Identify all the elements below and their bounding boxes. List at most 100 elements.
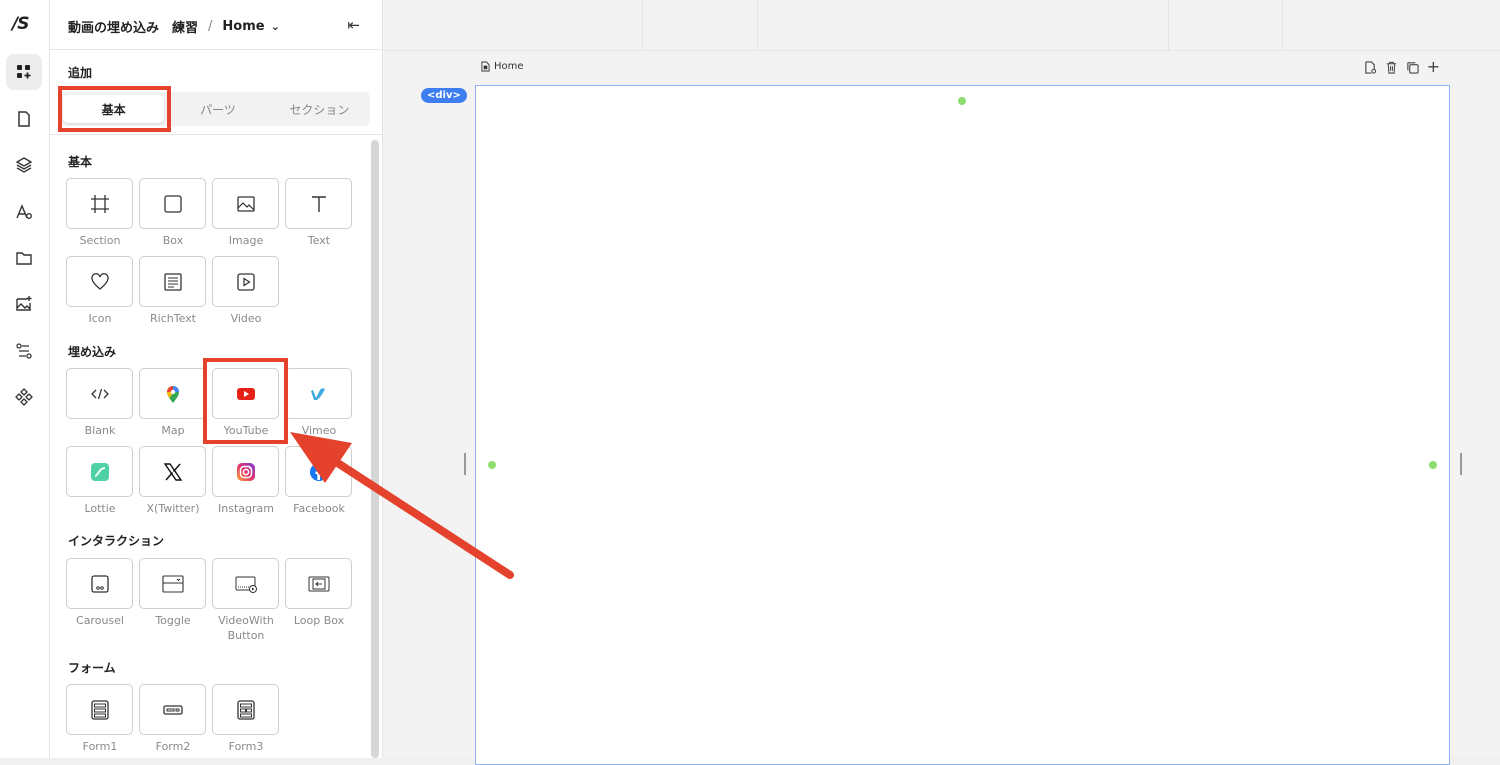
tab-sections[interactable]: セクション — [269, 92, 370, 126]
section-title-basic: 基本 — [68, 155, 93, 169]
add-elements-icon[interactable] — [6, 54, 42, 90]
tile-vimeo[interactable]: Vimeo — [285, 368, 353, 438]
tile-image[interactable]: Image — [212, 178, 280, 248]
tile-x-twitter[interactable]: X(Twitter) — [139, 446, 207, 516]
tile-label: Image — [228, 234, 264, 247]
tile-form2[interactable]: Form2 — [139, 684, 207, 754]
tile-carousel[interactable]: Carousel — [66, 558, 134, 628]
tile-facebook[interactable]: Facebook — [285, 446, 353, 516]
tile-label: Box — [162, 234, 184, 247]
code-icon — [90, 388, 109, 399]
element-badge[interactable]: <div> — [421, 88, 467, 103]
heart-icon — [90, 272, 109, 290]
tile-label: X(Twitter) — [146, 502, 200, 515]
frame-icon — [90, 194, 109, 213]
canvas-top-border — [383, 50, 1500, 51]
tile-label: VideoWith Button — [218, 614, 274, 642]
section-title-embed: 埋め込み — [68, 345, 117, 359]
guide-line — [757, 0, 758, 50]
collapse-panel-icon[interactable]: ⇤ — [347, 16, 360, 34]
section-title-interaction: インタラクション — [68, 534, 165, 548]
drag-handle-left[interactable] — [464, 453, 466, 475]
tile-label: Facebook — [293, 502, 345, 515]
tile-label: Vimeo — [301, 424, 337, 437]
page-label-text: Home — [494, 61, 524, 72]
tile-form3[interactable]: Form3 — [212, 684, 280, 754]
tile-loop-box[interactable]: Loop Box — [285, 558, 353, 628]
tile-label: Video — [230, 312, 262, 325]
add-panel: 動画の埋め込み 練習 / Home ⌄ ⇤ 追加 基本 パーツ セクション 基本… — [50, 0, 383, 758]
map-pin-icon — [166, 385, 179, 403]
workflow-icon[interactable] — [6, 333, 42, 369]
tile-toggle[interactable]: Toggle — [139, 558, 207, 628]
panel-scrollbar[interactable] — [371, 140, 379, 758]
tile-label: Section — [79, 234, 121, 247]
page-frame[interactable] — [475, 85, 1450, 765]
tile-label: Instagram — [218, 502, 274, 515]
form-icon — [90, 699, 109, 720]
guide-line — [642, 0, 643, 50]
tile-form1[interactable]: Form1 — [66, 684, 134, 754]
tab-parts[interactable]: パーツ — [167, 92, 268, 126]
tile-blank[interactable]: Blank — [66, 368, 134, 438]
form-field-icon — [162, 704, 183, 715]
page-icon[interactable] — [6, 101, 42, 137]
tile-lottie[interactable]: Lottie — [66, 446, 134, 516]
resize-handle-left[interactable] — [488, 461, 496, 469]
image-add-icon[interactable] — [6, 286, 42, 322]
tile-map[interactable]: Map — [139, 368, 207, 438]
tile-label: Blank — [84, 424, 116, 437]
tile-text[interactable]: Text — [285, 178, 353, 248]
tile-video[interactable]: Video — [212, 256, 280, 326]
lottie-icon — [90, 462, 109, 481]
tile-box[interactable]: Box — [139, 178, 207, 248]
drag-handle-right[interactable] — [1460, 453, 1462, 475]
x-logo-icon — [163, 462, 182, 481]
folder-icon[interactable] — [6, 240, 42, 276]
components-icon[interactable] — [6, 379, 42, 415]
resize-handle-right[interactable] — [1429, 461, 1437, 469]
typography-icon[interactable] — [6, 194, 42, 230]
tile-label: Form1 — [82, 740, 118, 753]
tile-label: Carousel — [76, 614, 124, 627]
carousel-icon — [90, 574, 109, 593]
breadcrumb-separator: / — [208, 19, 213, 34]
form-grid-icon — [236, 699, 255, 720]
instagram-icon — [236, 462, 255, 481]
trash-icon[interactable] — [1385, 61, 1398, 74]
tile-richtext[interactable]: RichText — [139, 256, 207, 326]
chevron-down-icon[interactable]: ⌄ — [271, 20, 280, 33]
tile-label: Map — [161, 424, 185, 437]
video-icon — [236, 272, 255, 291]
facebook-icon — [309, 462, 328, 481]
editor-canvas[interactable]: Home + <div> — [383, 0, 1500, 765]
tile-label: Lottie — [84, 502, 116, 515]
page-label[interactable]: Home — [481, 61, 524, 72]
plus-icon[interactable]: + — [1427, 59, 1440, 75]
page-selector[interactable]: Home — [222, 19, 264, 34]
tile-icon[interactable]: Icon — [66, 256, 134, 326]
tile-instagram[interactable]: Instagram — [212, 446, 280, 516]
doc-settings-icon[interactable] — [1364, 61, 1377, 74]
richtext-icon — [163, 272, 182, 291]
left-rail: ∕S — [0, 0, 50, 758]
toggle-icon — [161, 574, 184, 593]
tile-label: Form3 — [228, 740, 264, 753]
resize-handle-top[interactable] — [958, 97, 966, 105]
duplicate-icon[interactable] — [1406, 61, 1419, 74]
project-name[interactable]: 動画の埋め込み 練習 — [68, 17, 198, 36]
page-toolbar: + — [1364, 59, 1440, 75]
tile-section[interactable]: Section — [66, 178, 134, 248]
guide-line — [1168, 0, 1169, 50]
tile-label: Toggle — [155, 614, 191, 627]
video-button-icon — [235, 576, 257, 593]
tile-label: Text — [307, 234, 331, 247]
add-title: 追加 — [68, 66, 93, 80]
app-logo: ∕S — [12, 14, 29, 34]
annotation-highlight-tab — [58, 86, 171, 132]
image-icon — [236, 195, 255, 212]
tile-video-with-button[interactable]: VideoWith Button — [212, 558, 280, 643]
divider — [50, 49, 383, 50]
layers-icon[interactable] — [6, 147, 42, 183]
tile-label: Loop Box — [293, 614, 345, 627]
